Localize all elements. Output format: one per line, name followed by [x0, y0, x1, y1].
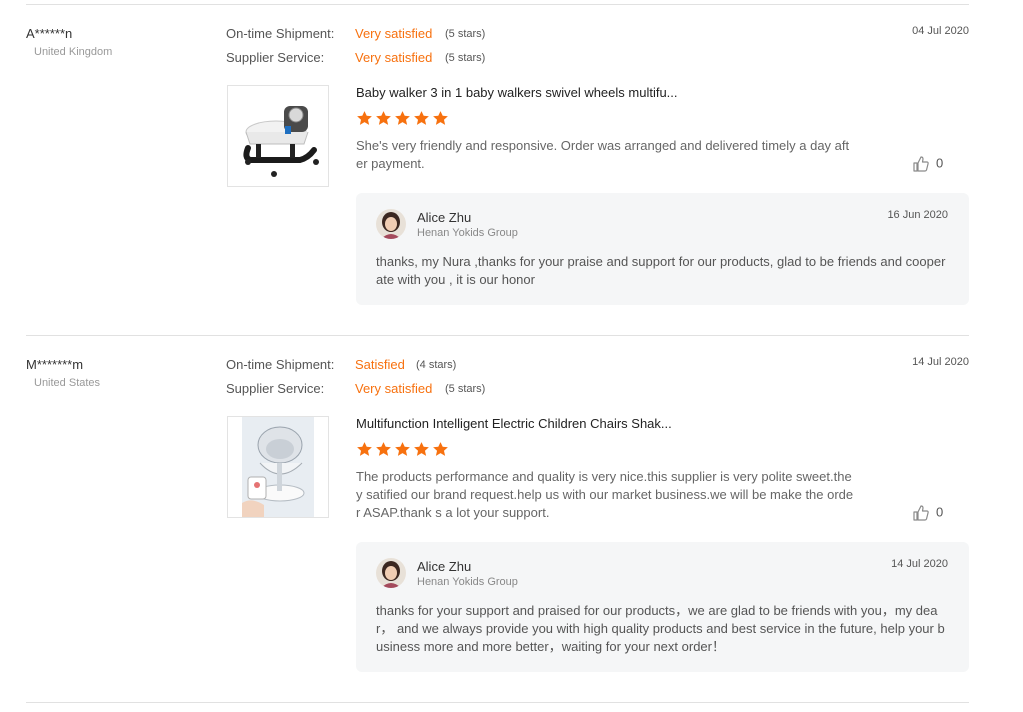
reply-company: Henan Yokids Group [417, 227, 518, 239]
star-icon [357, 111, 372, 125]
baby-swing-chair-image [242, 417, 314, 517]
supplier-service-value: Very satisfied [355, 381, 433, 396]
avatar [376, 558, 406, 588]
top-divider [26, 4, 969, 5]
product-thumbnail[interactable] [227, 416, 329, 518]
product-title-link[interactable]: Multifunction Intelligent Electric Child… [356, 416, 672, 431]
star-icon [395, 111, 410, 125]
star-icon [433, 442, 448, 456]
review-text: She's very friendly and responsive. Orde… [356, 138, 850, 171]
like-count: 0 [936, 155, 944, 171]
supplier-service-stars: (5 stars) [445, 383, 486, 395]
like-button[interactable]: 0 [912, 504, 943, 522]
supplier-service-value: Very satisfied [355, 50, 433, 65]
buyer-country: United States [34, 377, 101, 389]
avatar [376, 209, 406, 239]
on-time-shipment-label: On-time Shipment: [226, 357, 335, 372]
reply-date: 16 Jun 2020 [887, 209, 948, 221]
on-time-shipment-label: On-time Shipment: [226, 26, 335, 41]
supplier-service-stars: (5 stars) [445, 52, 486, 64]
avatar-image [376, 558, 406, 588]
reply-date: 14 Jul 2020 [891, 558, 948, 570]
star-icon [395, 442, 410, 456]
thumbs-up-icon [913, 156, 929, 172]
product-thumbnail[interactable] [227, 85, 329, 187]
baby-walker-image [243, 106, 319, 177]
product-star-rating [356, 110, 451, 132]
supplier-service-label: Supplier Service: [226, 50, 325, 65]
supplier-reply: Alice Zhu Henan Yokids Group 14 Jul 2020… [356, 542, 969, 672]
supplier-reply: Alice Zhu Henan Yokids Group 16 Jun 2020… [356, 193, 969, 305]
buyer-name: A******n [26, 26, 73, 41]
star-icon [357, 442, 372, 456]
review-text: The products performance and quality is … [356, 469, 854, 520]
reply-author: Alice Zhu [417, 210, 472, 225]
like-button[interactable]: 0 [912, 155, 943, 173]
review-date: 04 Jul 2020 [912, 25, 969, 37]
star-icon [433, 111, 448, 125]
supplier-service-label: Supplier Service: [226, 381, 325, 396]
review-divider [26, 335, 969, 336]
reply-author: Alice Zhu [417, 559, 472, 574]
star-icon [414, 111, 429, 125]
bottom-divider [26, 702, 969, 703]
star-icon [414, 442, 429, 456]
reply-text: thanks, my Nura ,thanks for your praise … [376, 254, 946, 287]
star-icon [376, 442, 391, 456]
star-icon [376, 111, 391, 125]
on-time-shipment-value: Satisfied [355, 357, 405, 372]
avatar-image [376, 209, 406, 239]
like-count: 0 [936, 504, 944, 520]
on-time-shipment-value: Very satisfied [355, 26, 433, 41]
on-time-shipment-stars: (4 stars) [416, 359, 457, 371]
thumbs-up-icon [913, 505, 929, 521]
on-time-shipment-stars: (5 stars) [445, 28, 486, 40]
buyer-country: United Kingdom [34, 46, 113, 58]
product-title-link[interactable]: Baby walker 3 in 1 baby walkers swivel w… [356, 85, 678, 100]
reply-text: thanks for your support and praised for … [376, 603, 945, 654]
buyer-name: M*******m [26, 357, 84, 372]
reply-company: Henan Yokids Group [417, 576, 518, 588]
review-date: 14 Jul 2020 [912, 356, 969, 368]
product-star-rating [356, 441, 451, 463]
